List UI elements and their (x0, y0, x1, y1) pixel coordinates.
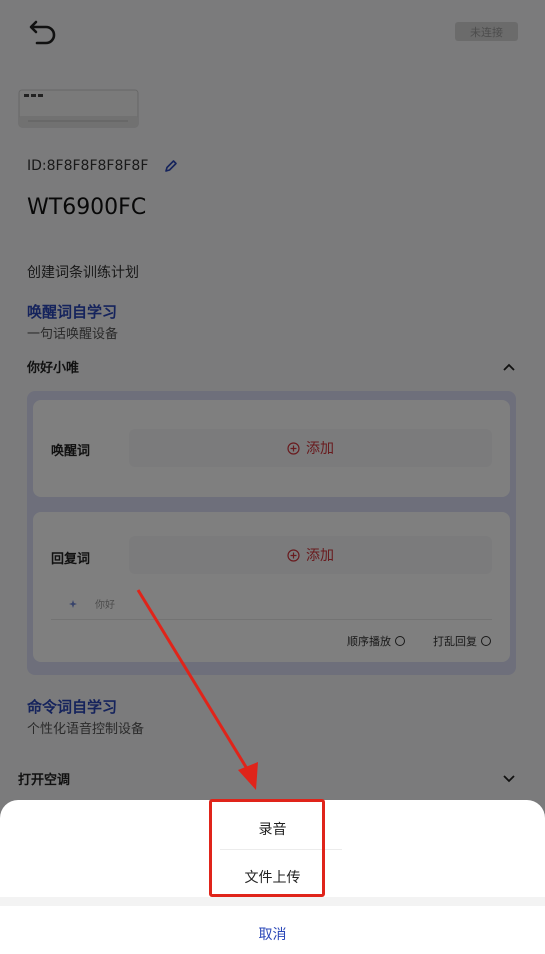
annotation-highlight-box (209, 799, 325, 897)
cancel-button[interactable]: 取消 (0, 924, 545, 944)
sheet-gap (0, 897, 545, 906)
